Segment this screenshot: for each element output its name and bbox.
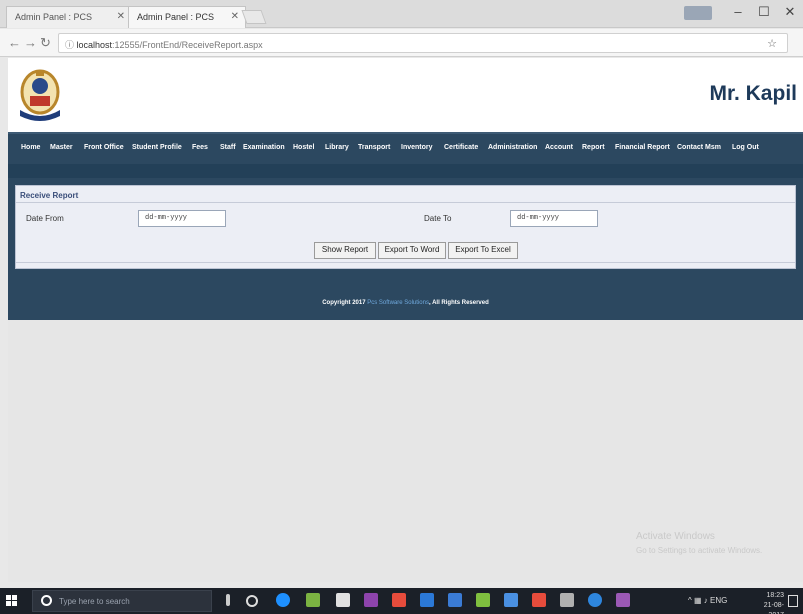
cortana-icon	[41, 595, 52, 606]
copyright-text: Copyright 2017 Pcs Software Solutions, A…	[322, 300, 489, 306]
close-icon[interactable]: ✕	[780, 4, 800, 20]
browser-tab-bar: Admin Panel : PCS ✕ Admin Panel : PCS ✕ …	[0, 0, 803, 28]
app-purple-icon[interactable]	[616, 593, 630, 607]
clock-date: 21-08-2017	[763, 602, 784, 614]
notification-icon[interactable]	[788, 595, 798, 607]
app-icon[interactable]	[336, 593, 350, 607]
app-blue-icon[interactable]	[420, 593, 434, 607]
edge-browser-icon[interactable]	[276, 593, 290, 607]
browser-tab-2[interactable]: Admin Panel : PCS ✕	[128, 6, 246, 28]
content-area: Receive Report Date From dd-mm-yyyy Date…	[8, 178, 803, 276]
activate-windows-watermark: Activate Windows Go to Settings to activ…	[636, 530, 762, 558]
windows-start-icon[interactable]	[6, 595, 18, 607]
divider	[16, 262, 795, 263]
menu-item-account[interactable]: Account	[545, 144, 573, 151]
tab-title: Admin Panel : PCS	[15, 12, 93, 22]
network-icon[interactable]: ▦	[694, 596, 702, 605]
site-header: Mr. Kapil	[8, 58, 803, 132]
tab-close-icon[interactable]: ✕	[231, 11, 239, 22]
menu-item-transport[interactable]: Transport	[358, 144, 390, 151]
bookmark-star-icon[interactable]: ☆	[767, 37, 777, 50]
reload-icon[interactable]: ↻	[40, 35, 51, 51]
chrome-icon[interactable]	[588, 593, 602, 607]
browser-tab-1[interactable]: Admin Panel : PCS ✕	[6, 6, 132, 28]
forward-arrow-icon[interactable]: →	[24, 35, 37, 50]
volume-icon[interactable]: ♪	[704, 596, 708, 605]
date-from-input[interactable]: dd-mm-yyyy	[138, 210, 226, 227]
date-from-label: Date From	[26, 214, 64, 223]
menu-item-certificate[interactable]: Certificate	[444, 144, 478, 151]
menu-item-financial-report[interactable]: Financial Report	[615, 144, 670, 151]
back-arrow-icon[interactable]: ←	[8, 35, 21, 50]
divider	[16, 202, 795, 203]
clock-time: 18:23	[766, 592, 784, 599]
menu-item-report[interactable]: Report	[582, 144, 605, 151]
tab-close-icon[interactable]: ✕	[117, 11, 125, 22]
app-image-icon[interactable]	[504, 593, 518, 607]
menu-item-inventory[interactable]: Inventory	[401, 144, 433, 151]
menu-item-fees[interactable]: Fees	[192, 144, 208, 151]
export-to-word-button[interactable]: Export To Word	[378, 242, 446, 259]
taskbar-clock[interactable]: 18:23 21-08-2017	[758, 591, 784, 614]
tab-title: Admin Panel : PCS	[137, 12, 215, 22]
report-panel: Receive Report Date From dd-mm-yyyy Date…	[15, 185, 796, 269]
url-host: localhost	[76, 40, 113, 50]
date-to-input[interactable]: dd-mm-yyyy	[510, 210, 598, 227]
app-gray-icon[interactable]	[560, 593, 574, 607]
address-bar-row: ← → ↻ ⓘ localhost:12555/FrontEnd/Receive…	[0, 29, 803, 57]
profile-chip[interactable]	[684, 6, 712, 20]
company-link[interactable]: Pcs Software Solutions	[367, 300, 429, 306]
site-footer: Copyright 2017 Pcs Software Solutions, A…	[8, 276, 803, 320]
rights-text: All Rights Reserved	[432, 300, 489, 306]
menu-item-log-out[interactable]: Log Out	[732, 144, 759, 151]
new-tab-button[interactable]	[241, 10, 267, 24]
watermark-subtitle: Go to Settings to activate Windows.	[636, 546, 763, 555]
microphone-icon[interactable]	[226, 594, 230, 606]
menu-item-administration[interactable]: Administration	[488, 144, 537, 151]
app-red-icon[interactable]	[392, 593, 406, 607]
app-blue-2-icon[interactable]	[448, 593, 462, 607]
menu-item-hostel[interactable]: Hostel	[293, 144, 314, 151]
visual-studio-icon[interactable]	[364, 593, 378, 607]
watermark-title: Activate Windows	[636, 531, 715, 542]
export-to-excel-button[interactable]: Export To Excel	[448, 242, 518, 259]
system-tray[interactable]: ^ ▦ ♪ ENG	[688, 596, 727, 605]
main-nav-menu: Home Master Front Office Student Profile…	[8, 132, 803, 164]
url-path: :12555/FrontEnd/ReceiveReport.aspx	[112, 40, 263, 50]
menu-item-front-office[interactable]: Front Office	[84, 144, 124, 151]
menu-item-examination[interactable]: Examination	[243, 144, 285, 151]
language-indicator[interactable]: ENG	[710, 596, 727, 605]
menu-item-student-profile[interactable]: Student Profile	[132, 144, 182, 151]
menu-item-staff[interactable]: Staff	[220, 144, 236, 151]
tray-chevron-icon[interactable]: ^	[688, 596, 692, 605]
taskbar-search-input[interactable]: Type here to search	[32, 590, 212, 612]
menu-item-master[interactable]: Master	[50, 144, 73, 151]
menu-stripe	[8, 164, 803, 178]
task-view-icon[interactable]	[246, 595, 258, 607]
date-to-label: Date To	[424, 214, 452, 223]
menu-item-home[interactable]: Home	[21, 144, 40, 151]
windows-taskbar: Type here to search ^ ▦ ♪ ENG 18:23 21-0…	[0, 588, 803, 614]
menu-item-library[interactable]: Library	[325, 144, 349, 151]
maximize-icon[interactable]: ☐	[754, 4, 774, 20]
info-icon: ⓘ	[65, 40, 77, 50]
school-emblem-icon	[20, 69, 60, 121]
minimize-icon[interactable]: –	[728, 4, 748, 19]
copyright-prefix: Copyright 2017	[322, 300, 366, 306]
search-placeholder: Type here to search	[59, 597, 130, 606]
url-input[interactable]: ⓘ localhost:12555/FrontEnd/ReceiveReport…	[58, 33, 788, 53]
show-report-button[interactable]: Show Report	[314, 242, 376, 259]
panel-title: Receive Report	[20, 191, 79, 200]
menu-item-contact-msm[interactable]: Contact Msm	[677, 144, 721, 151]
app-green-icon[interactable]	[476, 593, 490, 607]
store-icon[interactable]	[306, 593, 320, 607]
app-red-2-icon[interactable]	[532, 593, 546, 607]
logged-in-user-name: Mr. Kapil	[709, 82, 797, 105]
